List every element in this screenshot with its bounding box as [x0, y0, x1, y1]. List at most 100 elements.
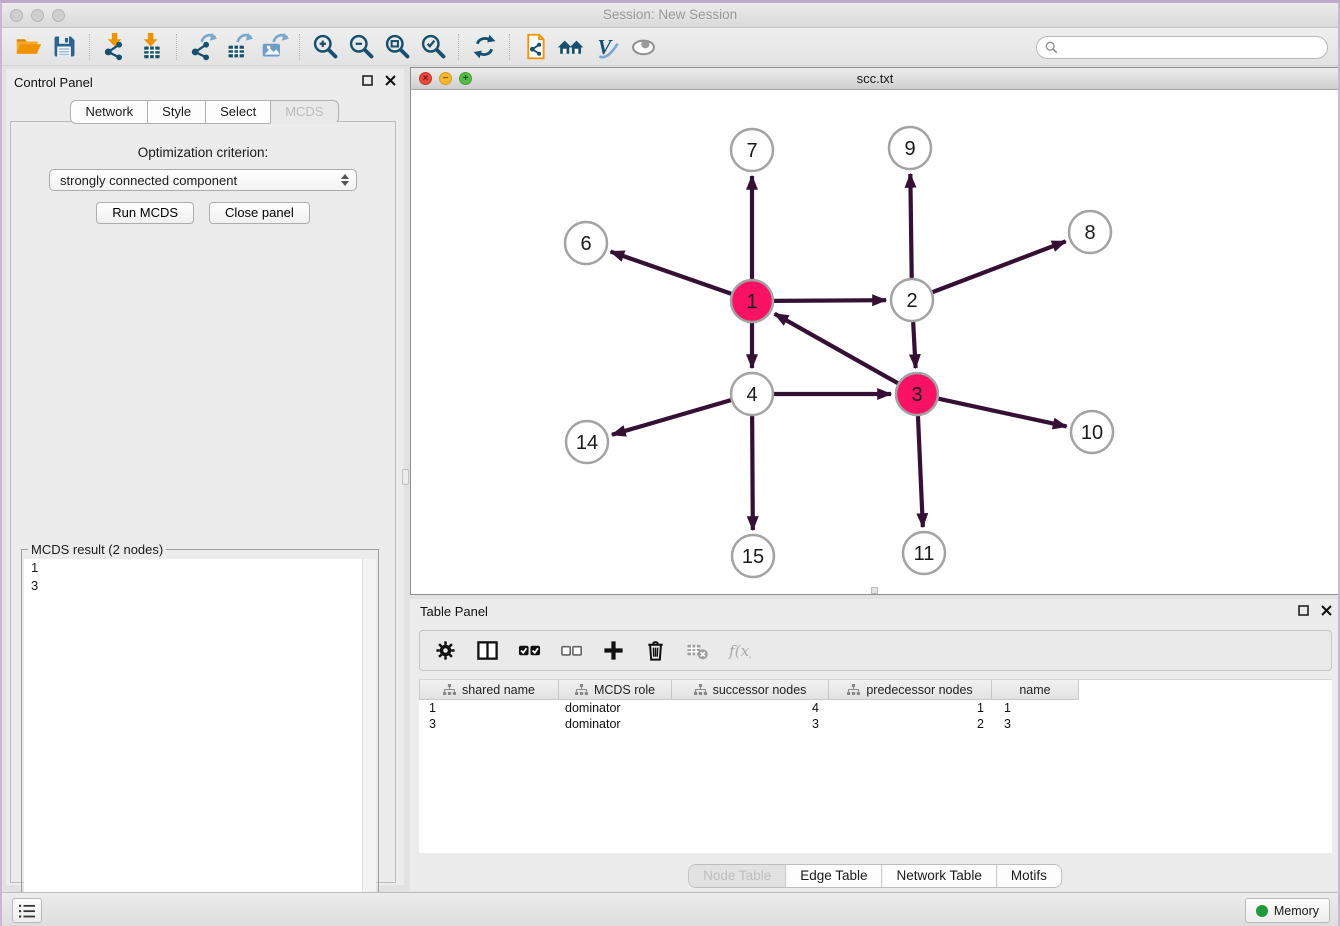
control-panel: Control Panel NetworkStyleSelectMCDS Opt… — [6, 69, 404, 885]
export-image-icon — [260, 32, 289, 61]
float-panel-icon[interactable] — [362, 75, 373, 86]
export-image-button[interactable] — [256, 31, 292, 63]
criterion-select[interactable]: strongly connected component — [49, 169, 357, 191]
delete-column-icon — [644, 639, 667, 662]
tab-select[interactable]: Select — [205, 100, 271, 124]
unselect-all-columns-button[interactable] — [560, 639, 583, 662]
graph-node-label: 11 — [914, 543, 935, 565]
graph-edge-1-6[interactable] — [611, 252, 732, 294]
vizmapper-button[interactable]: V — [589, 31, 625, 63]
network-resize-grip[interactable] — [871, 587, 878, 594]
graph-edge-3-11[interactable] — [918, 416, 923, 527]
add-column-button[interactable] — [602, 639, 625, 662]
close-table-panel-icon[interactable] — [1321, 605, 1332, 616]
zoom-fit-icon — [383, 32, 412, 61]
panel-divider-grip[interactable] — [402, 469, 409, 485]
clear-table-icon — [686, 639, 709, 662]
graph-edge-2-3[interactable] — [913, 322, 915, 368]
network-snapshot-button[interactable] — [517, 31, 553, 63]
control-panel-title: Control Panel — [14, 75, 93, 90]
graph-node-label: 15 — [742, 546, 764, 568]
table-cell: 3 — [992, 716, 1079, 732]
column-header-MCDS-role[interactable]: MCDS role — [559, 680, 672, 700]
table-row[interactable]: 1dominator411 — [419, 700, 1332, 716]
zoom-out-button[interactable] — [343, 31, 379, 63]
memory-button[interactable]: Memory — [1245, 898, 1330, 923]
graph-edge-2-9[interactable] — [910, 174, 911, 278]
column-settings-gear-button[interactable] — [434, 639, 457, 662]
graph-edge-4-15[interactable] — [752, 416, 753, 530]
close-panel-icon[interactable] — [385, 75, 396, 86]
function-builder-icon: f(x) — [728, 639, 751, 662]
graph-node-label: 4 — [746, 384, 757, 406]
optimization-criterion-label: Optimization criterion: — [11, 145, 395, 160]
delete-column-button[interactable] — [644, 639, 667, 662]
save-session-icon — [50, 32, 79, 61]
graph-node-label: 7 — [746, 140, 757, 162]
network-canvas[interactable]: 1234678910111415 — [411, 90, 1339, 594]
export-table-icon — [224, 32, 253, 61]
select-all-columns-icon — [518, 639, 541, 662]
tab-edge-table[interactable]: Edge Table — [785, 865, 881, 887]
close-panel-button[interactable]: Close panel — [209, 202, 310, 224]
zoom-fit-button[interactable] — [379, 31, 415, 63]
mcds-result-group: MCDS result (2 nodes) 13 — [21, 549, 379, 926]
home-view-button[interactable] — [553, 31, 589, 63]
add-column-icon — [602, 639, 625, 662]
save-session-button[interactable] — [46, 31, 82, 63]
result-item[interactable]: 3 — [24, 577, 376, 595]
table-cell: dominator — [559, 700, 672, 716]
show-hide-panels-button[interactable] — [625, 31, 661, 63]
column-header-name[interactable]: name — [992, 680, 1079, 700]
vizmapper-icon: V — [593, 32, 622, 61]
network-view-title: scc.txt — [411, 71, 1339, 86]
refresh-network-button[interactable] — [466, 31, 502, 63]
graph-edge-2-8[interactable] — [933, 241, 1066, 292]
open-session-button[interactable] — [10, 31, 46, 63]
column-header-shared-name[interactable]: shared name — [419, 680, 559, 700]
export-table-button[interactable] — [220, 31, 256, 63]
memory-status-icon — [1256, 905, 1268, 917]
graph-node-label: 6 — [580, 233, 591, 255]
column-header-successor-nodes[interactable]: successor nodes — [672, 680, 829, 700]
select-all-columns-button[interactable] — [518, 639, 541, 662]
search-box[interactable] — [1036, 36, 1328, 59]
application-window: Session: New Session V Control Panel Net… — [0, 0, 1340, 926]
tab-style[interactable]: Style — [147, 100, 206, 124]
column-header-predecessor-nodes[interactable]: predecessor nodes — [829, 680, 992, 700]
tab-mcds[interactable]: MCDS — [270, 100, 338, 124]
node-table: shared nameMCDS rolesuccessor nodesprede… — [419, 679, 1332, 853]
tab-network[interactable]: Network — [70, 100, 148, 124]
tab-motifs[interactable]: Motifs — [996, 865, 1061, 887]
window-titlebar: Session: New Session — [2, 3, 1338, 28]
graph-node-label: 14 — [576, 432, 598, 454]
result-item[interactable]: 1 — [24, 559, 376, 577]
unselect-all-columns-icon — [560, 639, 583, 662]
graph-edge-1-2[interactable] — [774, 300, 886, 301]
run-mcds-button[interactable]: Run MCDS — [96, 202, 194, 224]
graph-edge-3-10[interactable] — [938, 399, 1066, 427]
mcds-result-list: 13 — [24, 559, 376, 926]
hierarchy-icon — [694, 684, 707, 695]
tab-node-table[interactable]: Node Table — [689, 865, 785, 887]
function-builder-button: f(x) — [728, 639, 751, 662]
list-icon — [17, 903, 37, 919]
show-columns-button[interactable] — [476, 639, 499, 662]
result-scrollbar[interactable] — [362, 559, 376, 926]
float-table-panel-icon[interactable] — [1298, 605, 1309, 616]
graph-edge-3-1[interactable] — [775, 314, 898, 383]
table-row[interactable]: 3dominator323 — [419, 716, 1332, 732]
zoom-in-icon — [311, 32, 340, 61]
table-toolbar: f(x) — [419, 630, 1332, 671]
import-table-button[interactable] — [133, 31, 169, 63]
export-network-button[interactable] — [184, 31, 220, 63]
graph-edge-4-14[interactable] — [612, 400, 731, 435]
task-history-button[interactable] — [12, 898, 42, 923]
import-network-button[interactable] — [97, 31, 133, 63]
zoom-in-button[interactable] — [307, 31, 343, 63]
zoom-selected-button[interactable] — [415, 31, 451, 63]
tab-network-table[interactable]: Network Table — [882, 865, 996, 887]
main-toolbar: V — [2, 28, 1338, 66]
search-input[interactable] — [1063, 40, 1319, 55]
clear-table-button — [686, 639, 709, 662]
